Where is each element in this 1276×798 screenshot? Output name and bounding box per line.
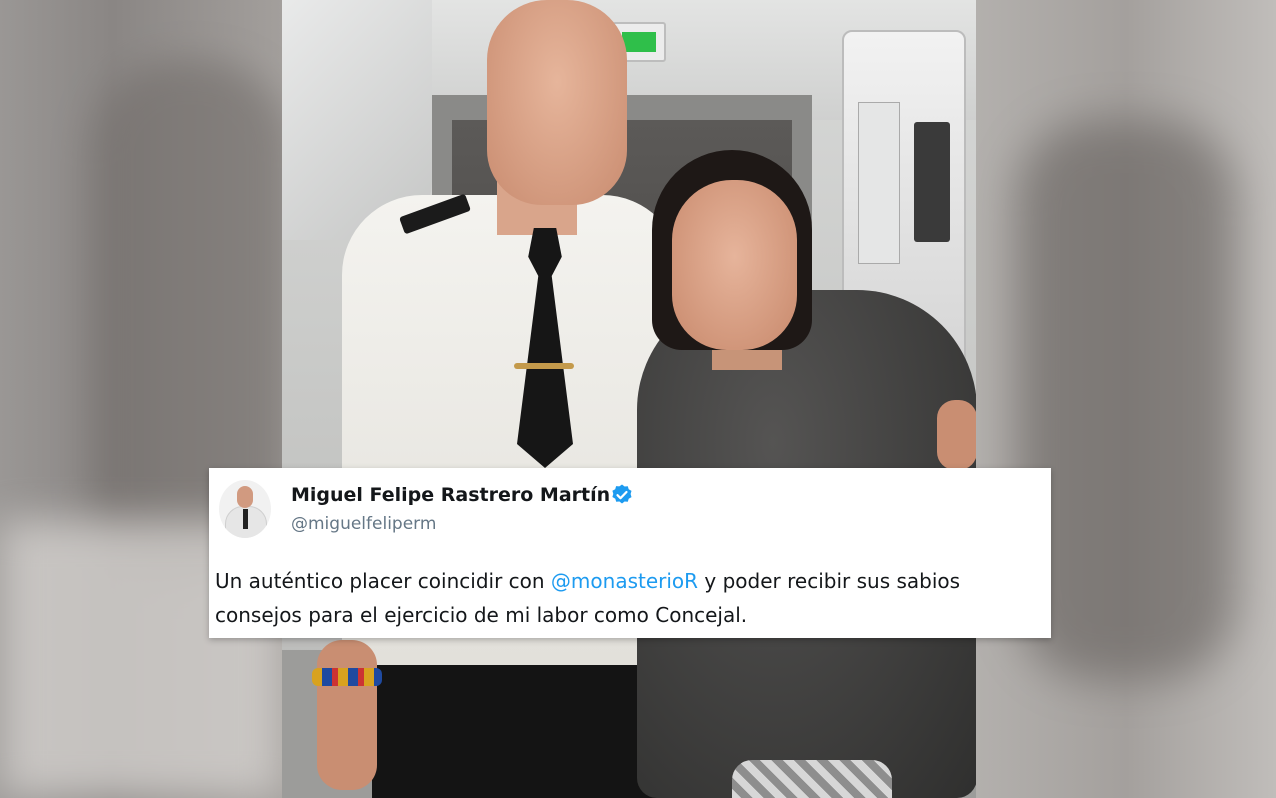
tweet-display-name[interactable]: Miguel Felipe Rastrero Martín [291, 484, 610, 506]
main-photo [282, 0, 976, 798]
tie-clip [514, 363, 574, 369]
photo-scene: Miguel Felipe Rastrero Martín @miguelfel… [0, 0, 1276, 798]
blurred-right-background [976, 0, 1276, 798]
tweet-mention-link[interactable]: @monasterioR [551, 569, 698, 593]
verified-badge-icon [610, 483, 634, 507]
tweet-text: Un auténtico placer coincidir con @monas… [215, 564, 1045, 632]
pilot-head [487, 0, 627, 205]
tweet-text-before: Un auténtico placer coincidir con [215, 569, 551, 593]
woman-bag [732, 760, 892, 798]
blurred-left-background [0, 0, 290, 798]
galley-panel [914, 122, 950, 242]
tweet-handle[interactable]: @miguelfeliperm [291, 514, 436, 534]
tweet-card: Miguel Felipe Rastrero Martín @miguelfel… [209, 468, 1051, 638]
pilot-arm [317, 640, 377, 790]
woman-face [672, 180, 797, 350]
pilot-bracelet [312, 668, 382, 686]
pilot-hand-on-shoulder [937, 400, 976, 470]
galley-screen [858, 102, 900, 264]
avatar[interactable] [219, 480, 271, 538]
